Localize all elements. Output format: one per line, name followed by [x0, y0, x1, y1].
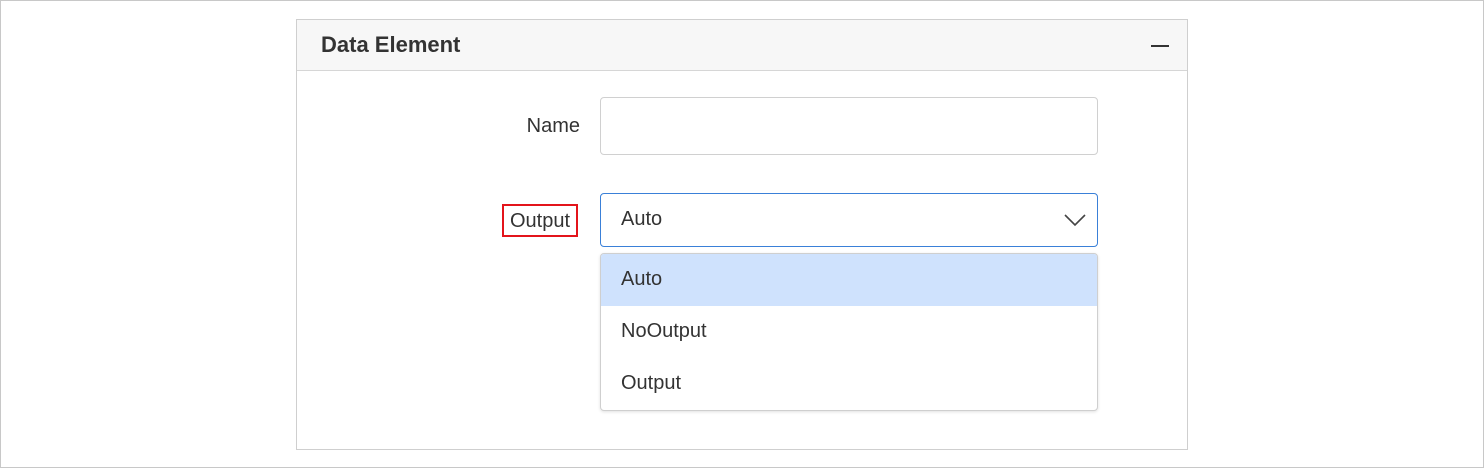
output-dropdown-list: Auto NoOutput Output	[600, 253, 1098, 411]
output-select[interactable]: Auto	[600, 193, 1098, 247]
chevron-down-icon[interactable]	[1063, 212, 1087, 228]
panel-header: Data Element	[297, 20, 1187, 71]
data-element-panel: Data Element Name Output Auto Auto NoOut…	[296, 19, 1188, 450]
panel-title: Data Element	[321, 32, 461, 57]
option-nooutput[interactable]: NoOutput	[601, 306, 1097, 358]
minus-icon[interactable]	[1149, 34, 1171, 56]
name-input[interactable]	[600, 97, 1098, 155]
output-selected-value: Auto	[621, 208, 663, 230]
option-auto[interactable]: Auto	[601, 254, 1097, 306]
name-label: Name	[526, 115, 580, 137]
output-label: Output	[502, 204, 579, 237]
option-output[interactable]: Output	[601, 358, 1097, 410]
